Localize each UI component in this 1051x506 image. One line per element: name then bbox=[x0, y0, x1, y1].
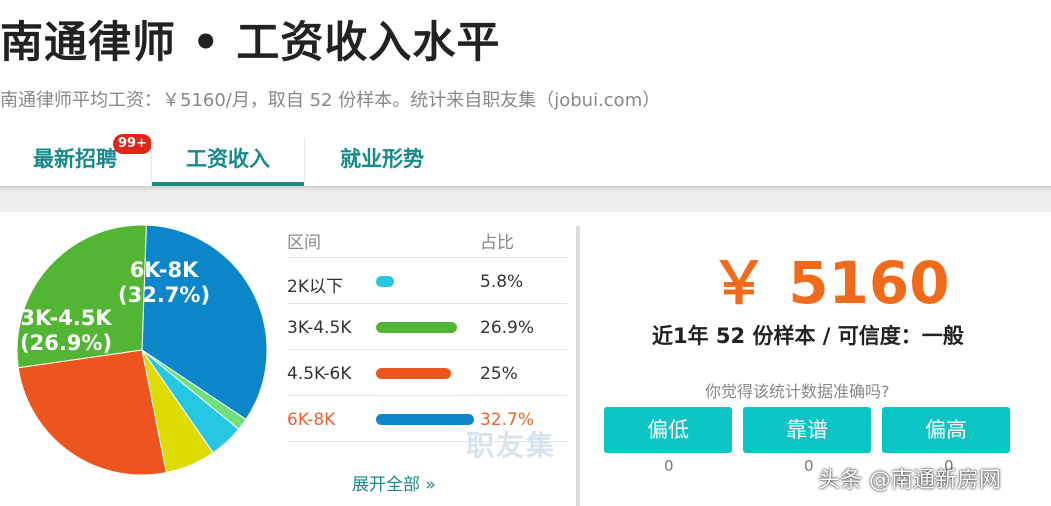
tab-salary[interactable]: 工资收入 bbox=[152, 134, 304, 186]
row-range: 4.5K-6K bbox=[287, 364, 352, 384]
pie-label-6k-8k: 6K-8K (32.7%) bbox=[118, 258, 211, 307]
accuracy-question: 你觉得该统计数据准确吗? bbox=[705, 382, 890, 401]
source-watermark: 头条 @南通新房网 bbox=[818, 468, 1001, 493]
new-count-badge: 99+ bbox=[113, 134, 152, 154]
table-row: 2K以下 5.8% bbox=[287, 257, 567, 304]
row-bar bbox=[376, 276, 394, 287]
row-range: 2K以下 bbox=[287, 277, 343, 297]
pie-label-3k-4.5k: 3K-4.5K (26.9%) bbox=[20, 306, 113, 355]
col-header-range: 区间 bbox=[287, 233, 321, 253]
vote-high-button[interactable]: 偏高 bbox=[882, 407, 1010, 453]
row-range: 6K-8K bbox=[287, 410, 336, 430]
row-percent: 25% bbox=[480, 364, 518, 384]
row-bar bbox=[376, 322, 457, 333]
vote-low-button[interactable]: 偏低 bbox=[604, 407, 732, 453]
col-header-percent: 占比 bbox=[480, 233, 514, 253]
row-bar bbox=[376, 368, 451, 379]
tab-divider bbox=[304, 138, 305, 182]
table-row: 3K-4.5K 26.9% bbox=[287, 303, 567, 350]
vote-reliable-button[interactable]: 靠谱 bbox=[743, 407, 871, 453]
table-row: 4.5K-6K 25% bbox=[287, 349, 567, 396]
row-bar bbox=[376, 414, 474, 425]
page-title: 南通律师 • 工资收入水平 bbox=[0, 18, 501, 68]
row-percent: 26.9% bbox=[480, 318, 535, 338]
vote-reliable-count: 0 bbox=[804, 457, 814, 475]
page-subtitle: 南通律师平均工资：￥5160/月，取自 52 份样本。统计来自职友集（jobui… bbox=[0, 90, 661, 111]
section-band bbox=[0, 192, 1051, 212]
expand-all-link[interactable]: 展开全部 » bbox=[352, 470, 436, 495]
pie-slice bbox=[17, 349, 167, 476]
row-percent: 5.8% bbox=[480, 272, 524, 292]
tab-employment-trend[interactable]: 就业形势 bbox=[306, 134, 458, 186]
sample-info: 近1年 52 份样本 / 可信度：一般 bbox=[652, 324, 964, 348]
average-salary: ￥ 5160 bbox=[710, 249, 950, 317]
panel-divider bbox=[576, 226, 580, 506]
vote-low-count: 0 bbox=[664, 457, 674, 475]
row-range: 3K-4.5K bbox=[287, 318, 352, 338]
jobui-watermark: 职友集 bbox=[466, 429, 557, 462]
tab-bar: 最新招聘 99+ 工资收入 就业形势 bbox=[0, 134, 1051, 186]
